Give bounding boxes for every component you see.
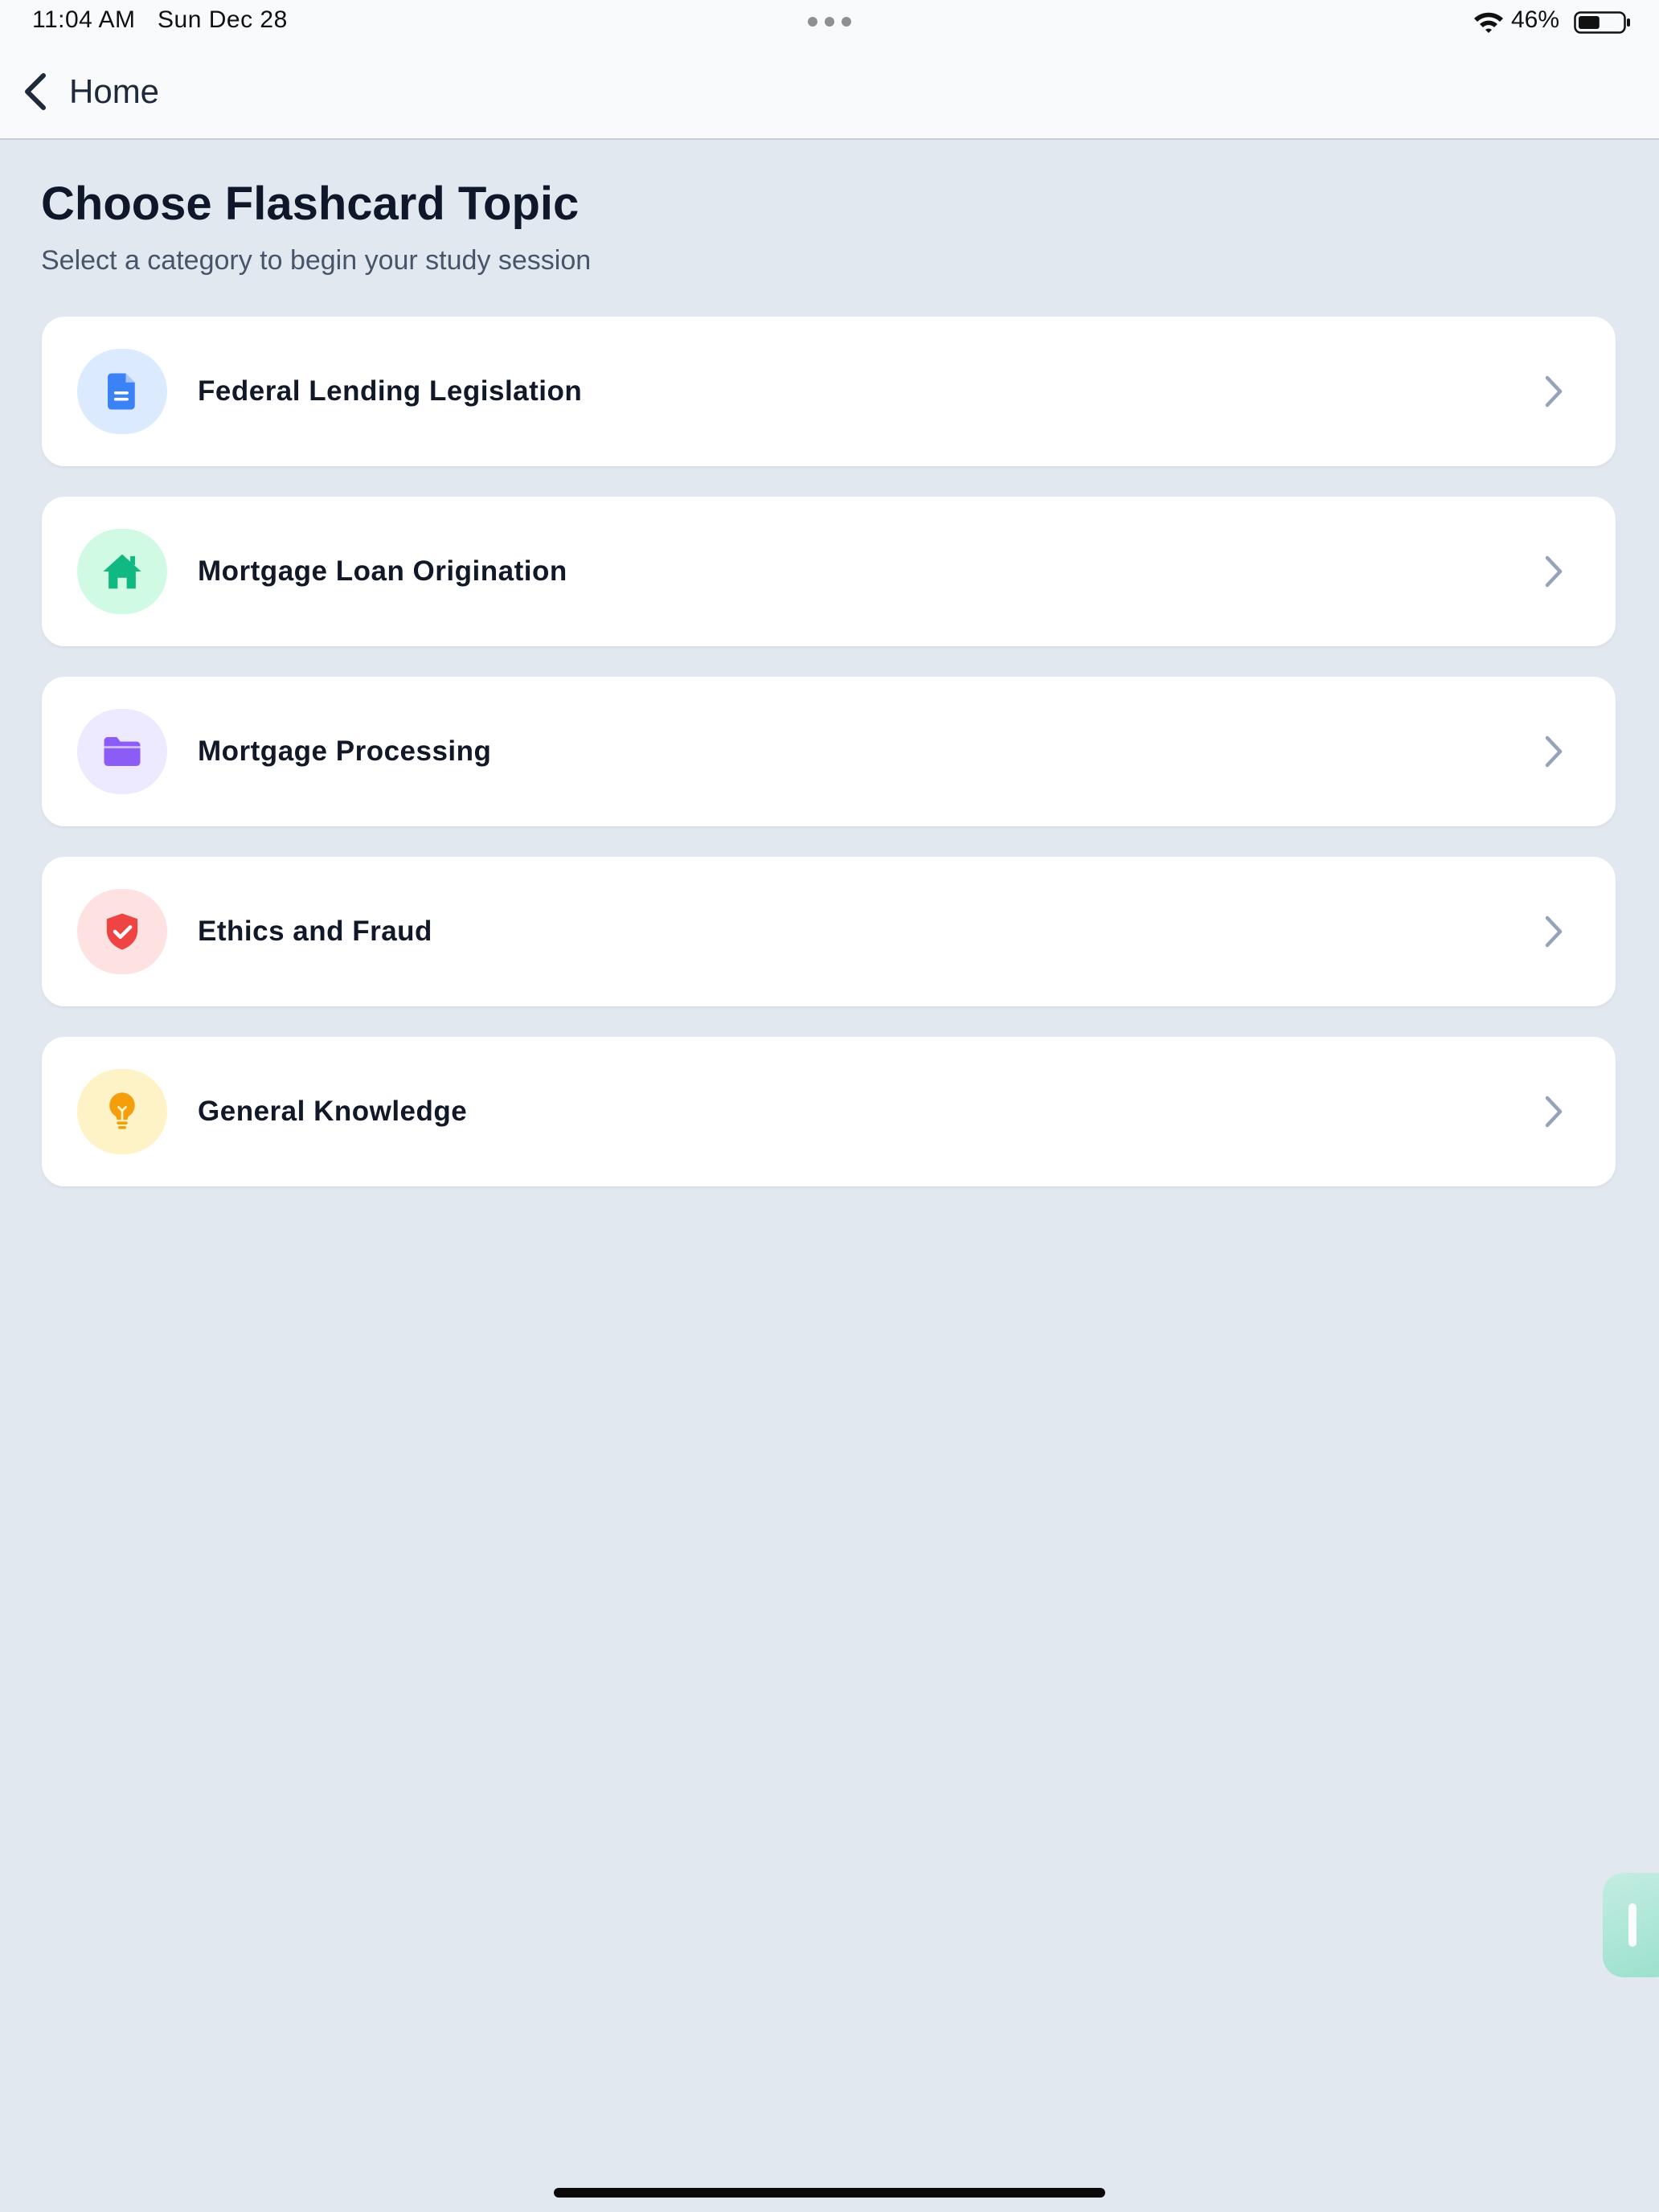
topic-icon-circle bbox=[77, 1069, 167, 1154]
lightbulb-icon bbox=[109, 1092, 135, 1129]
topic-list: Federal Lending Legislation Mortgage Loa… bbox=[42, 317, 1616, 1217]
multitasking-dots-icon[interactable] bbox=[807, 16, 852, 27]
chevron-right-icon bbox=[1545, 1096, 1563, 1128]
back-label: Home bbox=[69, 72, 160, 110]
topic-card-mortgage-processing[interactable]: Mortgage Processing bbox=[42, 677, 1616, 826]
status-date: Sun Dec 28 bbox=[158, 6, 288, 33]
topic-label: Federal Lending Legislation bbox=[198, 375, 583, 407]
topic-icon-circle bbox=[77, 709, 167, 794]
folder-icon bbox=[104, 737, 141, 766]
side-panel-handle[interactable] bbox=[1603, 1873, 1659, 1977]
status-time: 11:04 AM bbox=[32, 6, 136, 33]
topic-icon-circle bbox=[77, 349, 167, 434]
topic-card-ethics-and-fraud[interactable]: Ethics and Fraud bbox=[42, 857, 1616, 1006]
battery-icon bbox=[1574, 11, 1630, 34]
topic-icon-circle bbox=[77, 529, 167, 614]
back-button[interactable]: Home bbox=[19, 68, 159, 116]
battery-percentage: 46% bbox=[1511, 6, 1560, 33]
home-indicator[interactable] bbox=[554, 2188, 1105, 2198]
document-icon bbox=[108, 373, 135, 410]
shield-check-icon bbox=[106, 913, 138, 950]
status-bar: 11:04 AM Sun Dec 28 46% bbox=[0, 0, 1659, 45]
chevron-left-icon bbox=[25, 73, 46, 110]
chevron-right-icon bbox=[1545, 916, 1563, 948]
topic-label: Mortgage Processing bbox=[198, 735, 492, 767]
topic-label: General Knowledge bbox=[198, 1096, 468, 1127]
page-subtitle: Select a category to begin your study se… bbox=[41, 245, 592, 276]
handle-grip bbox=[1628, 1903, 1636, 1947]
house-icon bbox=[103, 554, 141, 589]
topic-card-mortgage-loan-origination[interactable]: Mortgage Loan Origination bbox=[42, 497, 1616, 646]
navigation-bar: Home bbox=[0, 45, 1659, 140]
topic-card-federal-lending-legislation[interactable]: Federal Lending Legislation bbox=[42, 317, 1616, 466]
topic-label: Mortgage Loan Origination bbox=[198, 555, 567, 587]
chevron-right-icon bbox=[1545, 735, 1563, 768]
topic-icon-circle bbox=[77, 889, 167, 974]
topic-label: Ethics and Fraud bbox=[198, 916, 432, 947]
topic-card-general-knowledge[interactable]: General Knowledge bbox=[42, 1037, 1616, 1186]
chevron-right-icon bbox=[1545, 375, 1563, 408]
chevron-right-icon bbox=[1545, 555, 1563, 588]
wifi-icon bbox=[1474, 12, 1503, 33]
page-title: Choose Flashcard Topic bbox=[41, 178, 580, 230]
